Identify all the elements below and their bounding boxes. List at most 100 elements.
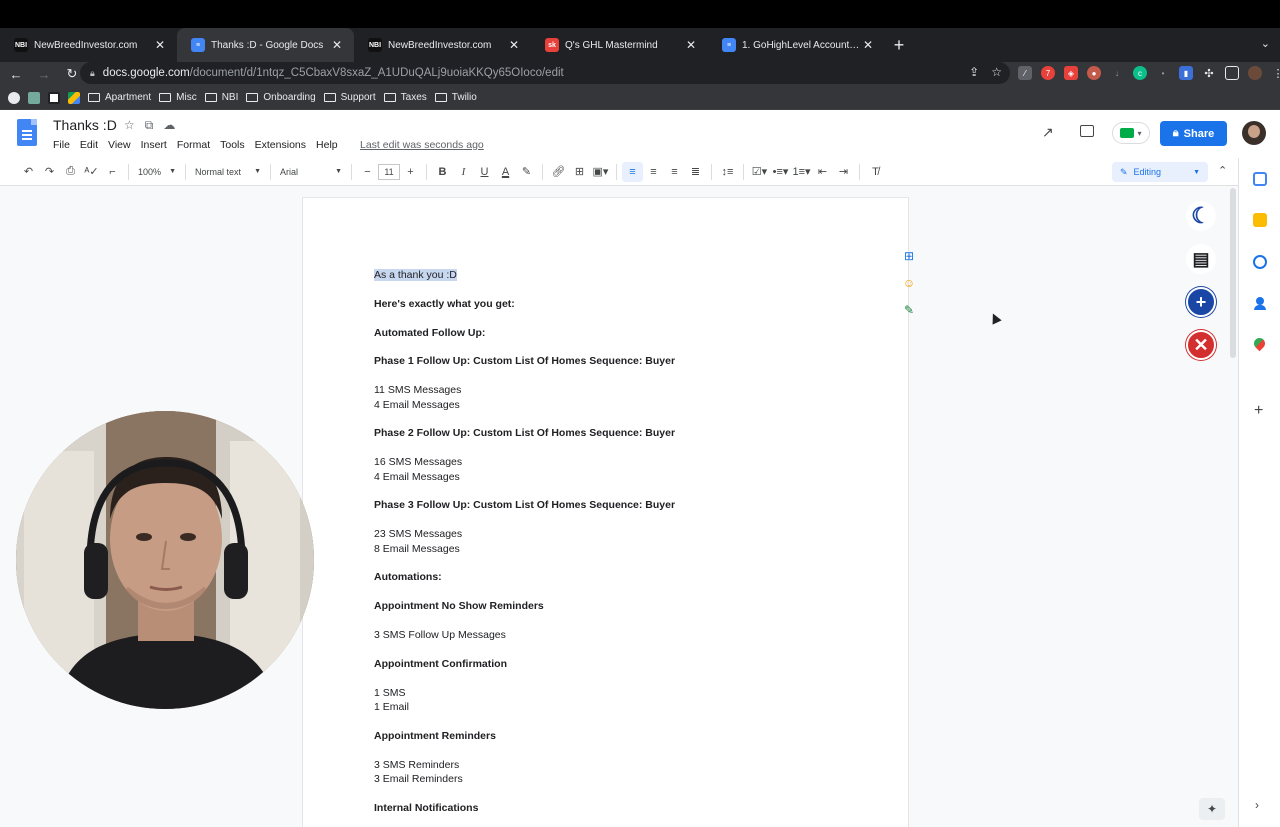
star-icon[interactable]: ☆ (124, 118, 135, 133)
bookmark-item[interactable] (8, 91, 20, 104)
increase-indent-icon[interactable]: ⇥ (833, 162, 854, 182)
align-justify-icon[interactable]: ≣ (685, 162, 706, 182)
back-button[interactable]: ← (4, 62, 28, 86)
align-center-icon[interactable]: ≡ (643, 162, 664, 182)
extension-icon[interactable]: c (1133, 66, 1147, 80)
close-icon[interactable]: ✕ (153, 38, 167, 52)
bookmark-folder[interactable]: Apartment (88, 92, 151, 103)
bookmark-folder[interactable]: Misc (159, 92, 197, 103)
account-avatar[interactable] (1242, 121, 1266, 145)
document-body[interactable]: As a thank you :D Here's exactly what yo… (374, 268, 854, 827)
tab-search-icon[interactable]: ⌄ (1261, 37, 1270, 50)
document-page[interactable]: As a thank you :D Here's exactly what yo… (303, 198, 908, 827)
bookmark-item[interactable] (68, 91, 80, 104)
clear-formatting-icon[interactable]: T̸ (865, 162, 886, 182)
menu-format[interactable]: Format (177, 139, 210, 151)
browser-tab[interactable]: NBI NewBreedInvestor.com ✕ (354, 28, 531, 62)
menu-help[interactable]: Help (316, 139, 338, 151)
document-title[interactable]: Thanks :D (53, 117, 117, 133)
comments-icon[interactable] (1080, 125, 1094, 137)
browser-tab[interactable]: ≡ 1. GoHighLevel Account Setup ✕ (708, 28, 885, 62)
style-select[interactable]: Normal text ▼ (191, 167, 265, 177)
menu-tools[interactable]: Tools (220, 139, 245, 151)
get-addons-icon[interactable]: + (1254, 402, 1263, 420)
explore-icon[interactable]: ✦ (1199, 798, 1225, 820)
undo-icon[interactable]: ↶ (18, 162, 39, 182)
add-comment-icon[interactable]: ⊞ (901, 248, 917, 264)
checklist-icon[interactable]: ☑▾ (749, 162, 770, 182)
forward-button[interactable]: → (32, 62, 56, 86)
collapse-menus-icon[interactable]: ⌃ (1218, 164, 1227, 177)
calendar-icon[interactable] (1253, 172, 1267, 186)
close-icon[interactable]: ✕ (507, 38, 521, 52)
extension-icon[interactable]: ● (1087, 66, 1101, 80)
scrollbar-thumb[interactable] (1230, 188, 1236, 358)
keep-icon[interactable] (1253, 213, 1267, 227)
text-color-icon[interactable]: A (495, 162, 516, 182)
font-size-input[interactable]: 11 (378, 163, 400, 180)
redo-icon[interactable]: ↷ (39, 162, 60, 182)
add-circle-icon[interactable]: + (1186, 287, 1216, 317)
close-icon[interactable]: ✕ (684, 38, 698, 52)
bold-icon[interactable]: B (432, 162, 453, 182)
new-tab-button[interactable]: + (885, 28, 913, 62)
print-icon[interactable]: ⎙ (60, 162, 81, 182)
zoom-select[interactable]: 100% ▼ (134, 167, 180, 177)
spellcheck-icon[interactable]: ᴬ✓ (81, 162, 102, 182)
browser-tab[interactable]: sk Q's GHL Mastermind ✕ (531, 28, 708, 62)
vertical-scrollbar[interactable] (1228, 186, 1238, 827)
underline-icon[interactable]: U (474, 162, 495, 182)
decrease-font-size-icon[interactable]: − (357, 162, 378, 182)
dark-mode-moon-icon[interactable]: ☾ (1186, 201, 1216, 231)
menu-insert[interactable]: Insert (141, 139, 167, 151)
extension-icon[interactable]: ▮ (1179, 66, 1193, 80)
decrease-indent-icon[interactable]: ⇤ (812, 162, 833, 182)
font-select[interactable]: Arial ▼ (276, 167, 346, 177)
browser-menu-icon[interactable]: ⋮ (1271, 66, 1280, 80)
browser-tab-active[interactable]: ≡ Thanks :D - Google Docs ✕ (177, 28, 354, 62)
meet-button[interactable]: ▾ (1112, 122, 1150, 144)
close-circle-icon[interactable]: ✕ (1186, 330, 1216, 360)
share-page-icon[interactable]: ⇪ (969, 65, 979, 79)
bookmark-item[interactable] (28, 91, 40, 104)
download-icon[interactable]: ↓ (1110, 66, 1124, 80)
activity-trend-icon[interactable]: ↗ (1042, 124, 1054, 141)
move-folder-icon[interactable]: ⧉ (145, 118, 154, 133)
bookmark-folder[interactable]: NBI (204, 92, 238, 103)
extension-icon[interactable]: ⁄ (1018, 66, 1032, 80)
last-edit-link[interactable]: Last edit was seconds ago (360, 139, 484, 151)
increase-font-size-icon[interactable]: + (400, 162, 421, 182)
add-comment-icon[interactable]: ⊞ (569, 162, 590, 182)
align-left-icon[interactable]: ≡ (622, 161, 643, 182)
extension-icon[interactable]: • (1156, 66, 1170, 80)
lock-icon[interactable]: 🔒︎ (90, 68, 95, 79)
close-icon[interactable]: ✕ (861, 38, 875, 52)
contacts-icon[interactable] (1253, 297, 1267, 311)
insert-image-icon[interactable]: ▣▾ (590, 162, 611, 182)
bookmark-folder[interactable]: Taxes (383, 92, 427, 103)
address-bar[interactable]: 🔒︎ docs.google.com/document/d/1ntqz_C5Cb… (80, 62, 1010, 84)
suggest-edits-icon[interactable]: ✎ (901, 302, 917, 318)
docs-logo-icon[interactable] (17, 119, 37, 146)
extension-icon[interactable]: 7 (1041, 66, 1055, 80)
menu-view[interactable]: View (108, 139, 131, 151)
bookmark-folder[interactable]: Support (323, 92, 376, 103)
side-panel-icon[interactable] (1225, 66, 1239, 80)
menu-file[interactable]: File (53, 139, 70, 151)
menu-extensions[interactable]: Extensions (255, 139, 306, 151)
paint-format-icon[interactable]: ⌐ (102, 162, 123, 182)
share-button[interactable]: 🔒︎ Share (1160, 121, 1227, 146)
highlight-color-icon[interactable]: ✎ (516, 162, 537, 182)
extensions-puzzle-icon[interactable]: ✣ (1202, 66, 1216, 80)
bookmark-star-icon[interactable]: ☆ (991, 65, 1002, 79)
line-spacing-icon[interactable]: ↕≡ (717, 162, 738, 182)
bookmark-folder[interactable]: Twilio (434, 92, 477, 103)
align-right-icon[interactable]: ≡ (664, 162, 685, 182)
shield-extension-icon[interactable]: ◈ (1064, 66, 1078, 80)
close-icon[interactable]: ✕ (330, 38, 344, 52)
italic-icon[interactable]: I (453, 162, 474, 182)
bookmark-item[interactable] (48, 91, 60, 104)
menu-edit[interactable]: Edit (80, 139, 98, 151)
cloud-saved-icon[interactable]: ☁ (163, 118, 175, 133)
document-icon[interactable]: ▤ (1186, 244, 1216, 274)
